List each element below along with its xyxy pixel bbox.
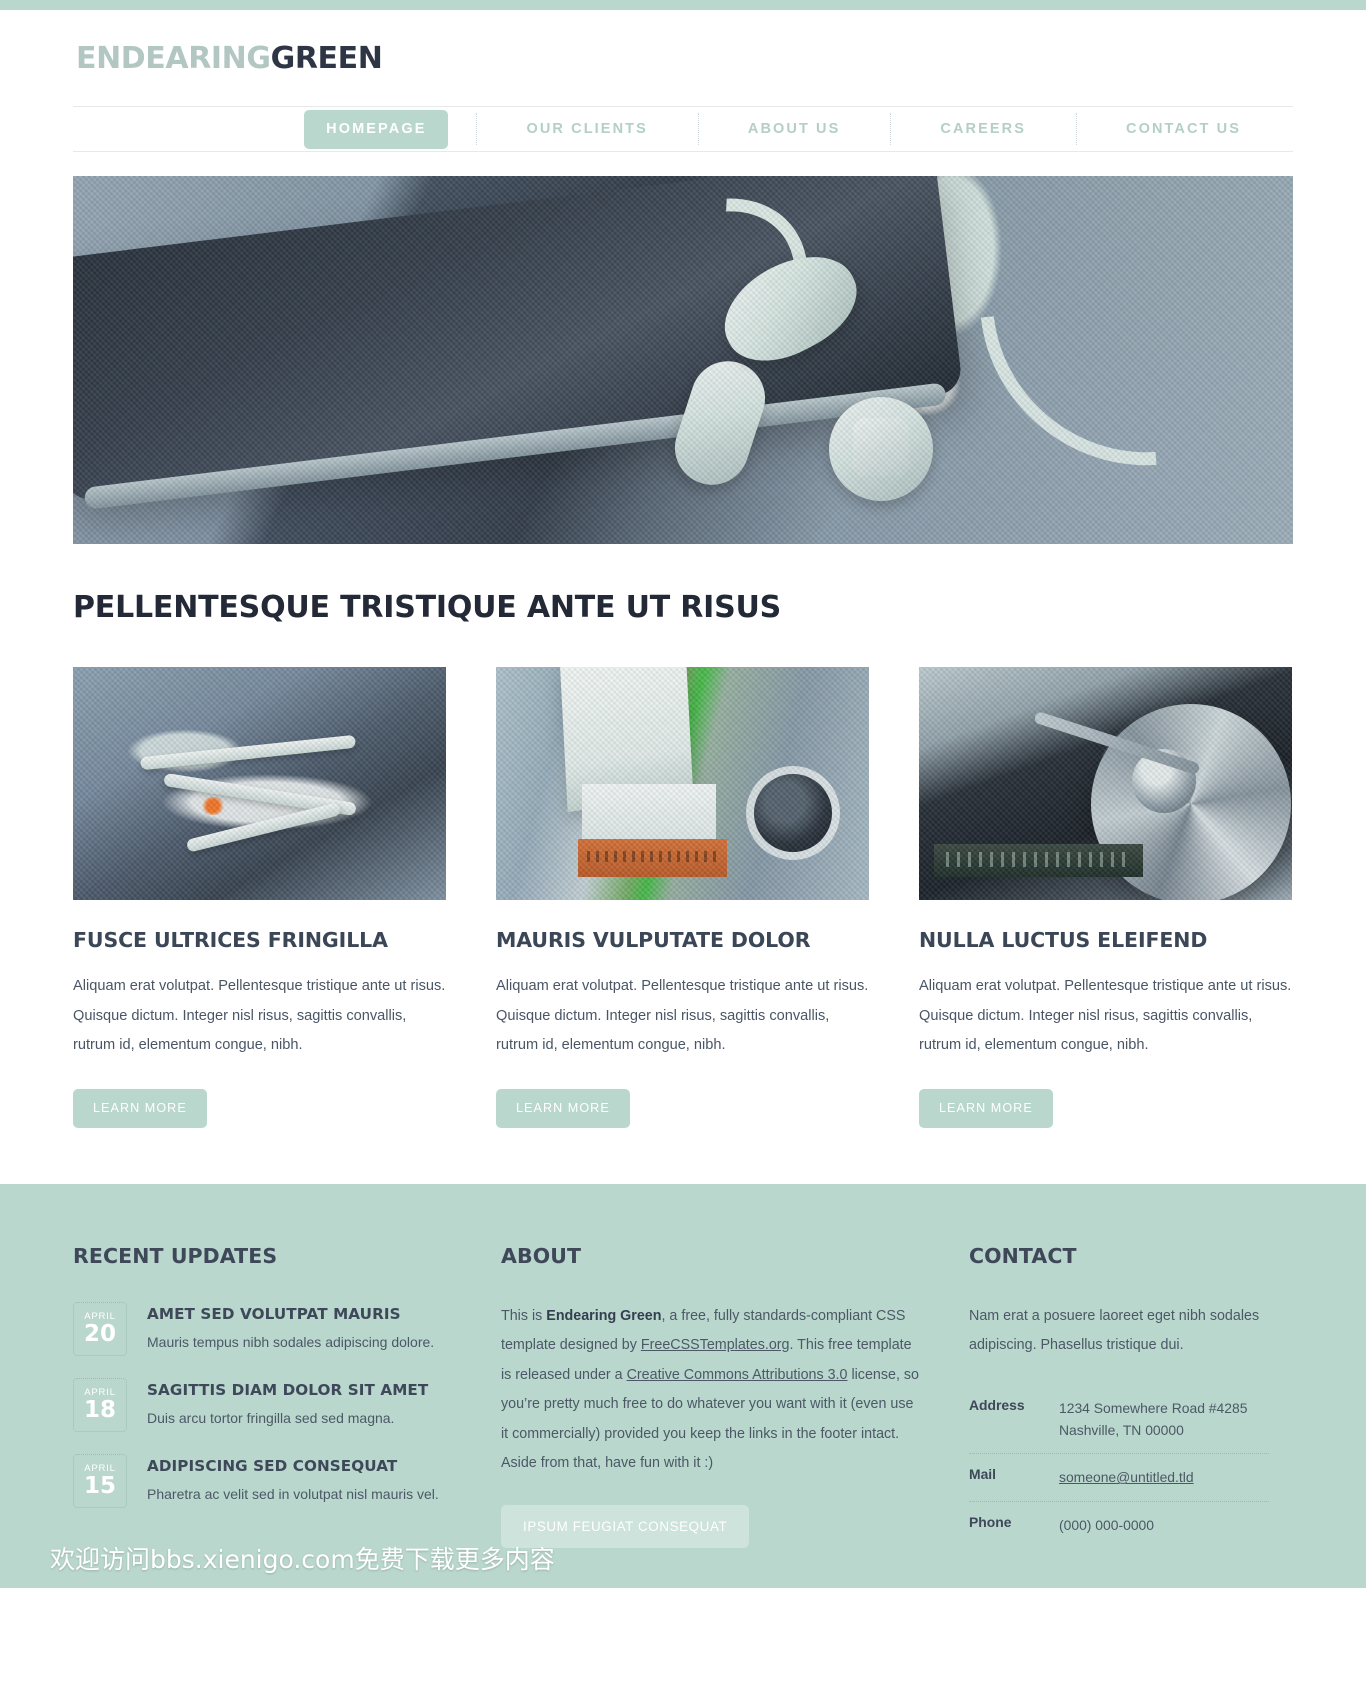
nav-item-homepage[interactable]: HOMEPAGE xyxy=(276,107,476,151)
update-description: Mauris tempus nibh sodales adipiscing do… xyxy=(147,1333,435,1350)
footer-columns: RECENT UPDATES APRIL 20 AMET SED VOLUTPA… xyxy=(73,1244,1293,1548)
update-body: AMET SED VOLUTPAT MAURIS Mauris tempus n… xyxy=(147,1302,434,1350)
date-day: 15 xyxy=(83,1472,116,1499)
footer-heading-contact: CONTACT xyxy=(969,1243,1077,1268)
date-badge: APRIL 15 xyxy=(73,1453,127,1508)
update-body: ADIPISCING SED CONSEQUAT Pharetra ac vel… xyxy=(147,1454,439,1502)
nav-label-about-us: ABOUT US xyxy=(747,120,841,137)
logo-text-primary: ENDEARING xyxy=(76,40,271,76)
feature-cards: FUSCE ULTRICES FRINGILLA Aliquam erat vo… xyxy=(73,667,1293,1128)
nav-label-homepage: HOMEPAGE xyxy=(304,109,449,149)
hero-banner-image xyxy=(73,176,1293,544)
contact-value-phone: (000) 000-0000 xyxy=(1059,1516,1154,1533)
main-navigation: HOMEPAGE OUR CLIENTS ABOUT US CAREERS CO… xyxy=(73,106,1293,152)
header-wrap: ENDEARINGGREEN HOMEPAGE OUR CLIENTS ABOU… xyxy=(73,10,1293,1184)
logo-text-secondary: GREEN xyxy=(270,40,383,76)
site-footer: RECENT UPDATES APRIL 20 AMET SED VOLUTPA… xyxy=(0,1183,1366,1588)
card-title: NULLA LUCTUS ELEIFEND xyxy=(919,928,1208,952)
card-image-nulla xyxy=(919,667,1292,900)
page-title: PELLENTESQUE TRISTIQUE ANTE UT RISUS xyxy=(73,590,782,625)
contact-row-phone: Phone (000) 000-0000 xyxy=(969,1500,1269,1548)
about-brand: Endearing Green xyxy=(546,1307,662,1324)
footer-heading-about: ABOUT xyxy=(501,1243,582,1268)
card-color-tint xyxy=(919,667,1292,900)
card-color-tint xyxy=(496,667,869,900)
card-image-mauris xyxy=(496,667,869,900)
update-body: SAGITTIS DIAM DOLOR SIT AMET Duis arcu t… xyxy=(147,1378,428,1426)
card-text: Aliquam erat volutpat. Pellentesque tris… xyxy=(73,978,446,1054)
update-title[interactable]: SAGITTIS DIAM DOLOR SIT AMET xyxy=(147,1381,428,1399)
learn-more-button[interactable]: LEARN MORE xyxy=(496,1088,630,1128)
card-text: Aliquam erat volutpat. Pellentesque tris… xyxy=(496,978,869,1054)
nav-list: HOMEPAGE OUR CLIENTS ABOUT US CAREERS CO… xyxy=(276,107,1291,151)
footer-wrap: RECENT UPDATES APRIL 20 AMET SED VOLUTPA… xyxy=(73,1244,1293,1548)
contact-row-address: Address 1234 Somewhere Road #4285 Nashvi… xyxy=(969,1385,1269,1454)
learn-more-button[interactable]: LEARN MORE xyxy=(73,1088,207,1128)
contact-label: Mail xyxy=(969,1466,997,1483)
about-text-1: This is xyxy=(501,1307,547,1324)
nav-item-our-clients[interactable]: OUR CLIENTS xyxy=(476,107,697,151)
date-badge: APRIL 18 xyxy=(73,1377,127,1432)
contact-label: Phone xyxy=(969,1513,1012,1530)
date-day: 20 xyxy=(83,1320,116,1347)
contact-value-mail: someone@untitled.tld xyxy=(1059,1466,1194,1488)
footer-column-about: ABOUT This is Endearing Green, a free, f… xyxy=(501,1244,921,1548)
update-description: Pharetra ac velit sed in volutpat nisl m… xyxy=(147,1485,439,1502)
footer-heading-updates: RECENT UPDATES xyxy=(73,1243,278,1268)
ipsum-feugiat-button[interactable]: IPSUM FEUGIAT CONSEQUAT xyxy=(501,1504,750,1548)
nav-label-our-clients: OUR CLIENTS xyxy=(526,120,648,137)
date-day: 18 xyxy=(83,1396,116,1423)
contact-row-mail: Mail someone@untitled.tld xyxy=(969,1453,1269,1500)
card-title: MAURIS VULPUTATE DOLOR xyxy=(496,928,811,952)
top-accent-bar xyxy=(0,0,1366,10)
card-text: Aliquam erat volutpat. Pellentesque tris… xyxy=(919,978,1292,1054)
freecsstemplates-link[interactable]: FreeCSSTemplates.org xyxy=(641,1337,790,1353)
nav-item-about-us[interactable]: ABOUT US xyxy=(697,107,891,151)
list-item[interactable]: APRIL 20 AMET SED VOLUTPAT MAURIS Mauris… xyxy=(73,1301,453,1356)
nav-label-careers: CAREERS xyxy=(940,120,1027,137)
nav-item-careers[interactable]: CAREERS xyxy=(890,107,1076,151)
card-image-fusce xyxy=(73,667,446,900)
update-description: Duis arcu tortor fringilla sed sed magna… xyxy=(147,1409,395,1426)
update-title[interactable]: ADIPISCING SED CONSEQUAT xyxy=(147,1457,439,1475)
contact-intro-text: Nam erat a posuere laoreet eget nibh sod… xyxy=(969,1307,1260,1354)
card-title: FUSCE ULTRICES FRINGILLA xyxy=(73,928,388,952)
list-item[interactable]: APRIL 18 SAGITTIS DIAM DOLOR SIT AMET Du… xyxy=(73,1377,453,1432)
feature-card: MAURIS VULPUTATE DOLOR Aliquam erat volu… xyxy=(496,667,869,1128)
contact-label: Address xyxy=(969,1396,1025,1413)
site-header: ENDEARINGGREEN xyxy=(73,10,1293,106)
footer-column-updates: RECENT UPDATES APRIL 20 AMET SED VOLUTPA… xyxy=(73,1244,453,1548)
email-link[interactable]: someone@untitled.tld xyxy=(1059,1469,1194,1485)
main-content: PELLENTESQUE TRISTIQUE ANTE UT RISUS FUS… xyxy=(73,544,1293,1184)
date-badge: APRIL 20 xyxy=(73,1301,127,1356)
nav-label-contact-us: CONTACT US xyxy=(1126,120,1241,137)
feature-card: NULLA LUCTUS ELEIFEND Aliquam erat volut… xyxy=(919,667,1292,1128)
list-item[interactable]: APRIL 15 ADIPISCING SED CONSEQUAT Pharet… xyxy=(73,1453,453,1508)
site-logo[interactable]: ENDEARINGGREEN xyxy=(76,40,383,76)
nav-item-contact-us[interactable]: CONTACT US xyxy=(1076,107,1291,151)
creative-commons-link[interactable]: Creative Commons Attributions 3.0 xyxy=(627,1367,848,1383)
learn-more-button[interactable]: LEARN MORE xyxy=(919,1088,1053,1128)
contact-value-address: 1234 Somewhere Road #4285 Nashville, TN … xyxy=(1059,1399,1248,1438)
hero-color-tint xyxy=(73,176,1293,544)
about-paragraph: This is Endearing Green, a free, fully s… xyxy=(501,1302,921,1479)
page-root: ENDEARINGGREEN HOMEPAGE OUR CLIENTS ABOU… xyxy=(0,0,1366,1706)
feature-card: FUSCE ULTRICES FRINGILLA Aliquam erat vo… xyxy=(73,667,446,1128)
card-color-tint xyxy=(73,667,446,900)
footer-column-contact: CONTACT Nam erat a posuere laoreet eget … xyxy=(969,1244,1269,1548)
update-title[interactable]: AMET SED VOLUTPAT MAURIS xyxy=(147,1305,434,1323)
